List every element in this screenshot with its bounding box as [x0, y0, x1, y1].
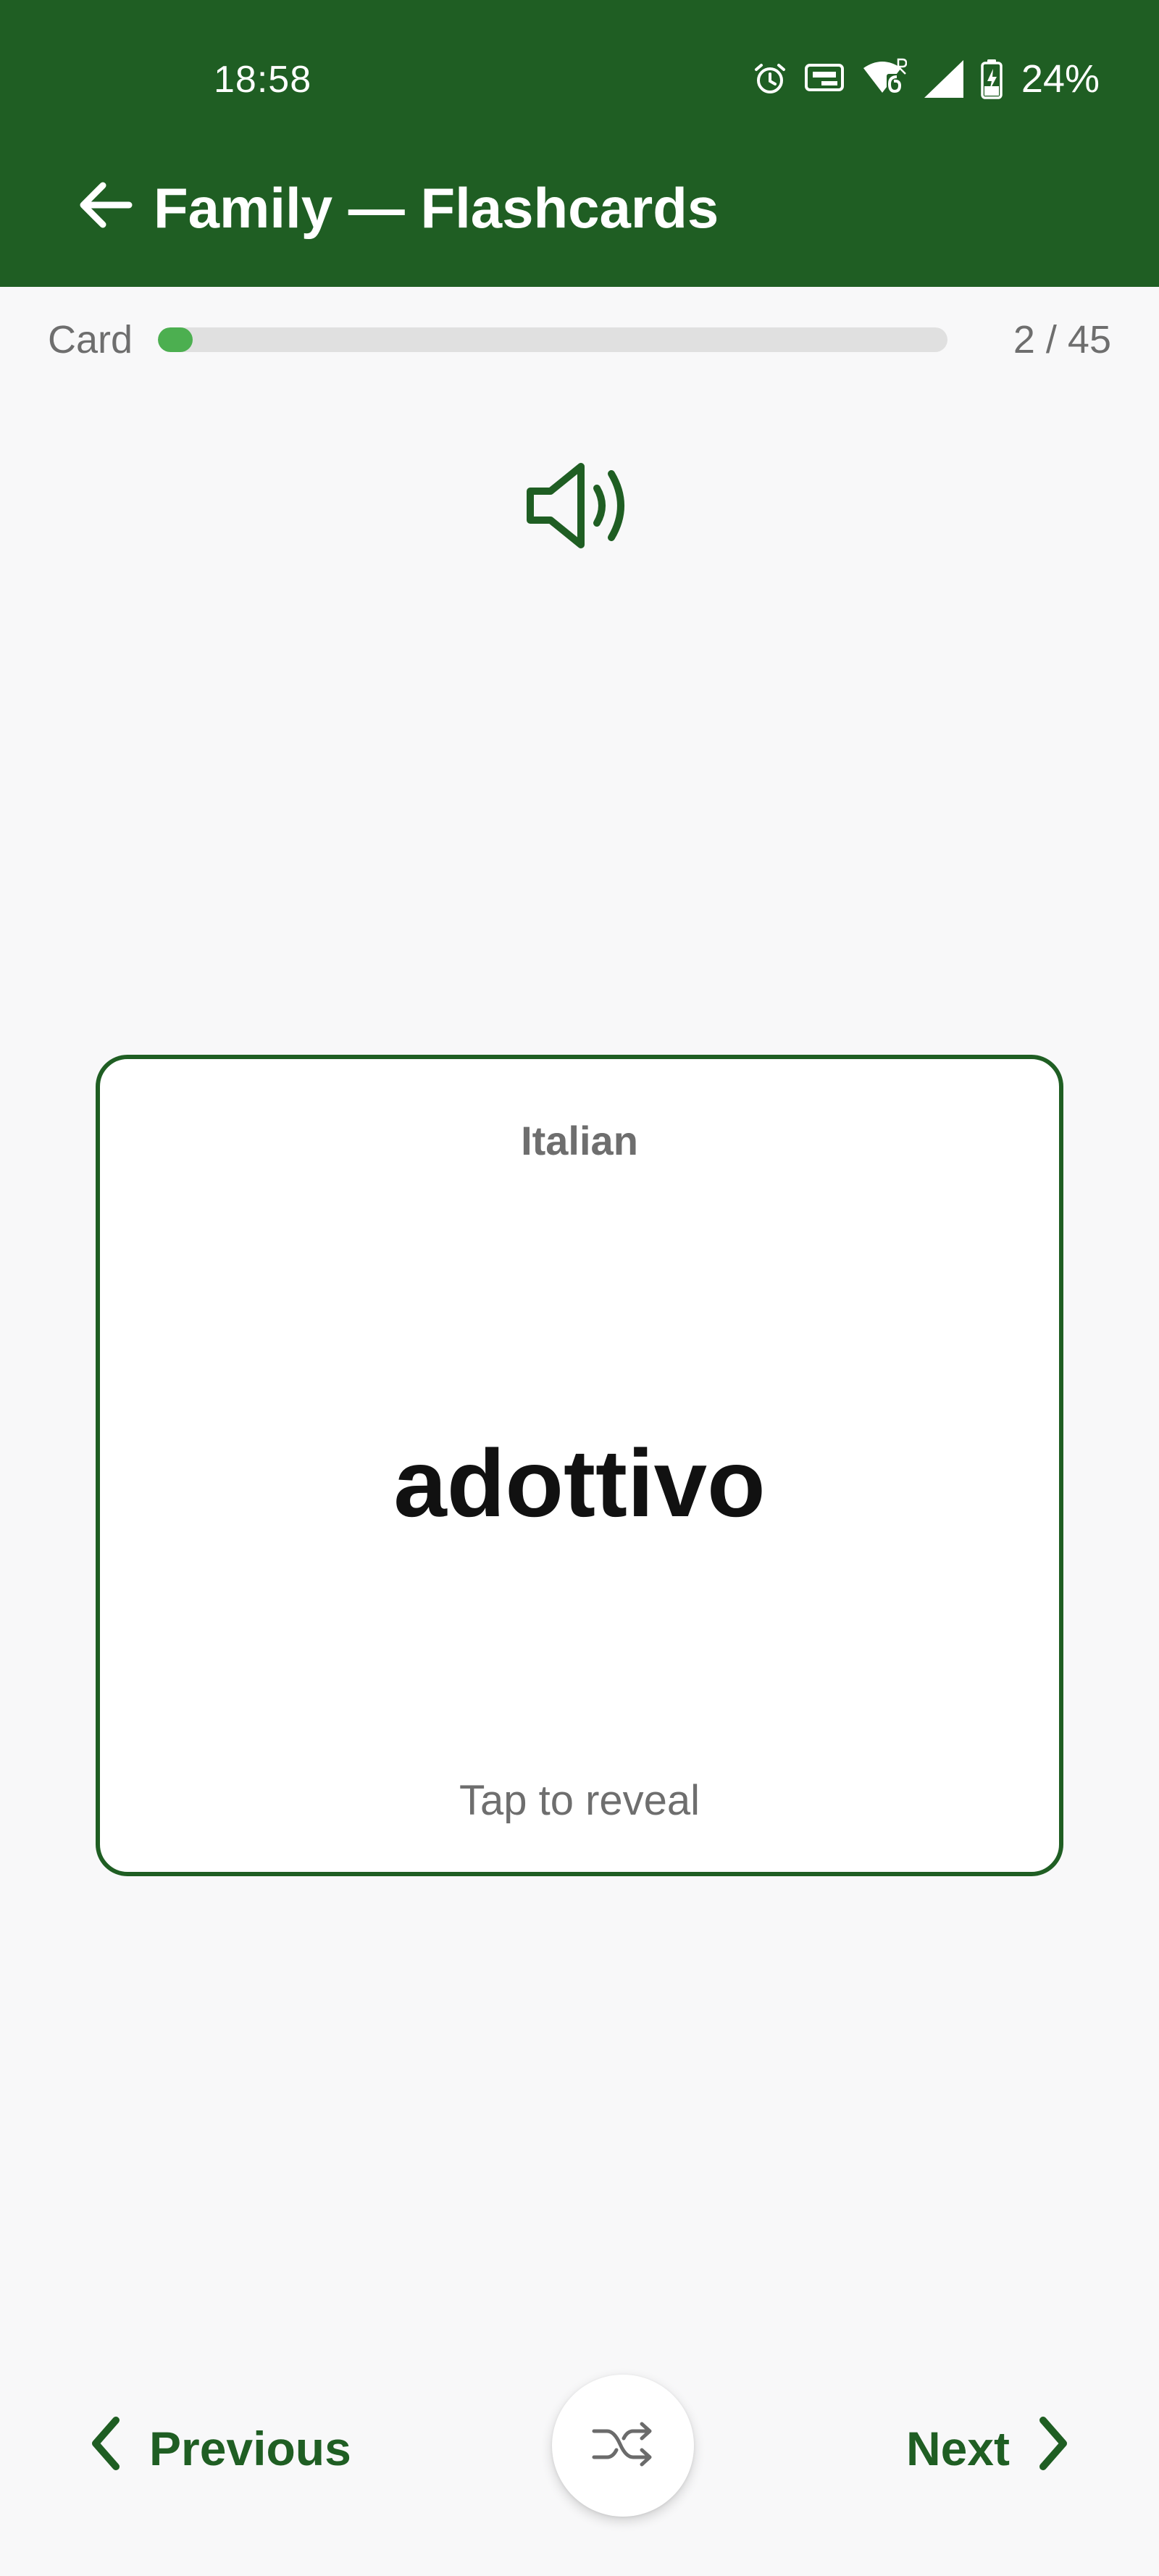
battery-percent: 24% [1021, 57, 1100, 101]
card-hint: Tap to reveal [459, 1777, 700, 1824]
progress-label: Card [48, 318, 133, 361]
arrow-left-icon [77, 180, 133, 234]
next-button[interactable]: Next [906, 2405, 1072, 2492]
card-word: adottivo [393, 1430, 766, 1536]
signal-icon [923, 59, 965, 99]
progress-bar-fill [158, 327, 193, 352]
shuffle-button[interactable] [552, 2375, 694, 2517]
previous-label: Previous [149, 2422, 351, 2475]
page-title: Family — Flashcards [154, 176, 719, 240]
previous-button[interactable]: Previous [87, 2405, 351, 2492]
auto-hz-icon [804, 61, 845, 97]
card-language-label: Italian [521, 1118, 638, 1163]
next-label: Next [905, 2422, 1010, 2475]
app-bar: 18:58 24% Family — Flashcards [0, 0, 1159, 287]
progress-row: Card 2 / 45 [0, 287, 1159, 396]
flashcard[interactable]: Italian adottivo Tap to reveal [96, 1055, 1063, 1876]
speaker-icon [522, 456, 637, 559]
pronounce-button[interactable] [514, 449, 645, 565]
status-icons: 24% [752, 54, 1100, 104]
alarm-icon [752, 61, 788, 97]
shuffle-icon [591, 2421, 655, 2471]
progress-bar [158, 327, 947, 352]
battery-charging-icon [981, 59, 1003, 99]
status-time: 18:58 [214, 59, 312, 101]
chevron-right-icon [1034, 2414, 1072, 2483]
wifi-6-icon [861, 58, 907, 100]
chevron-left-icon [87, 2414, 125, 2483]
back-button[interactable] [72, 174, 138, 239]
progress-counter: 2 / 45 [1013, 318, 1111, 361]
